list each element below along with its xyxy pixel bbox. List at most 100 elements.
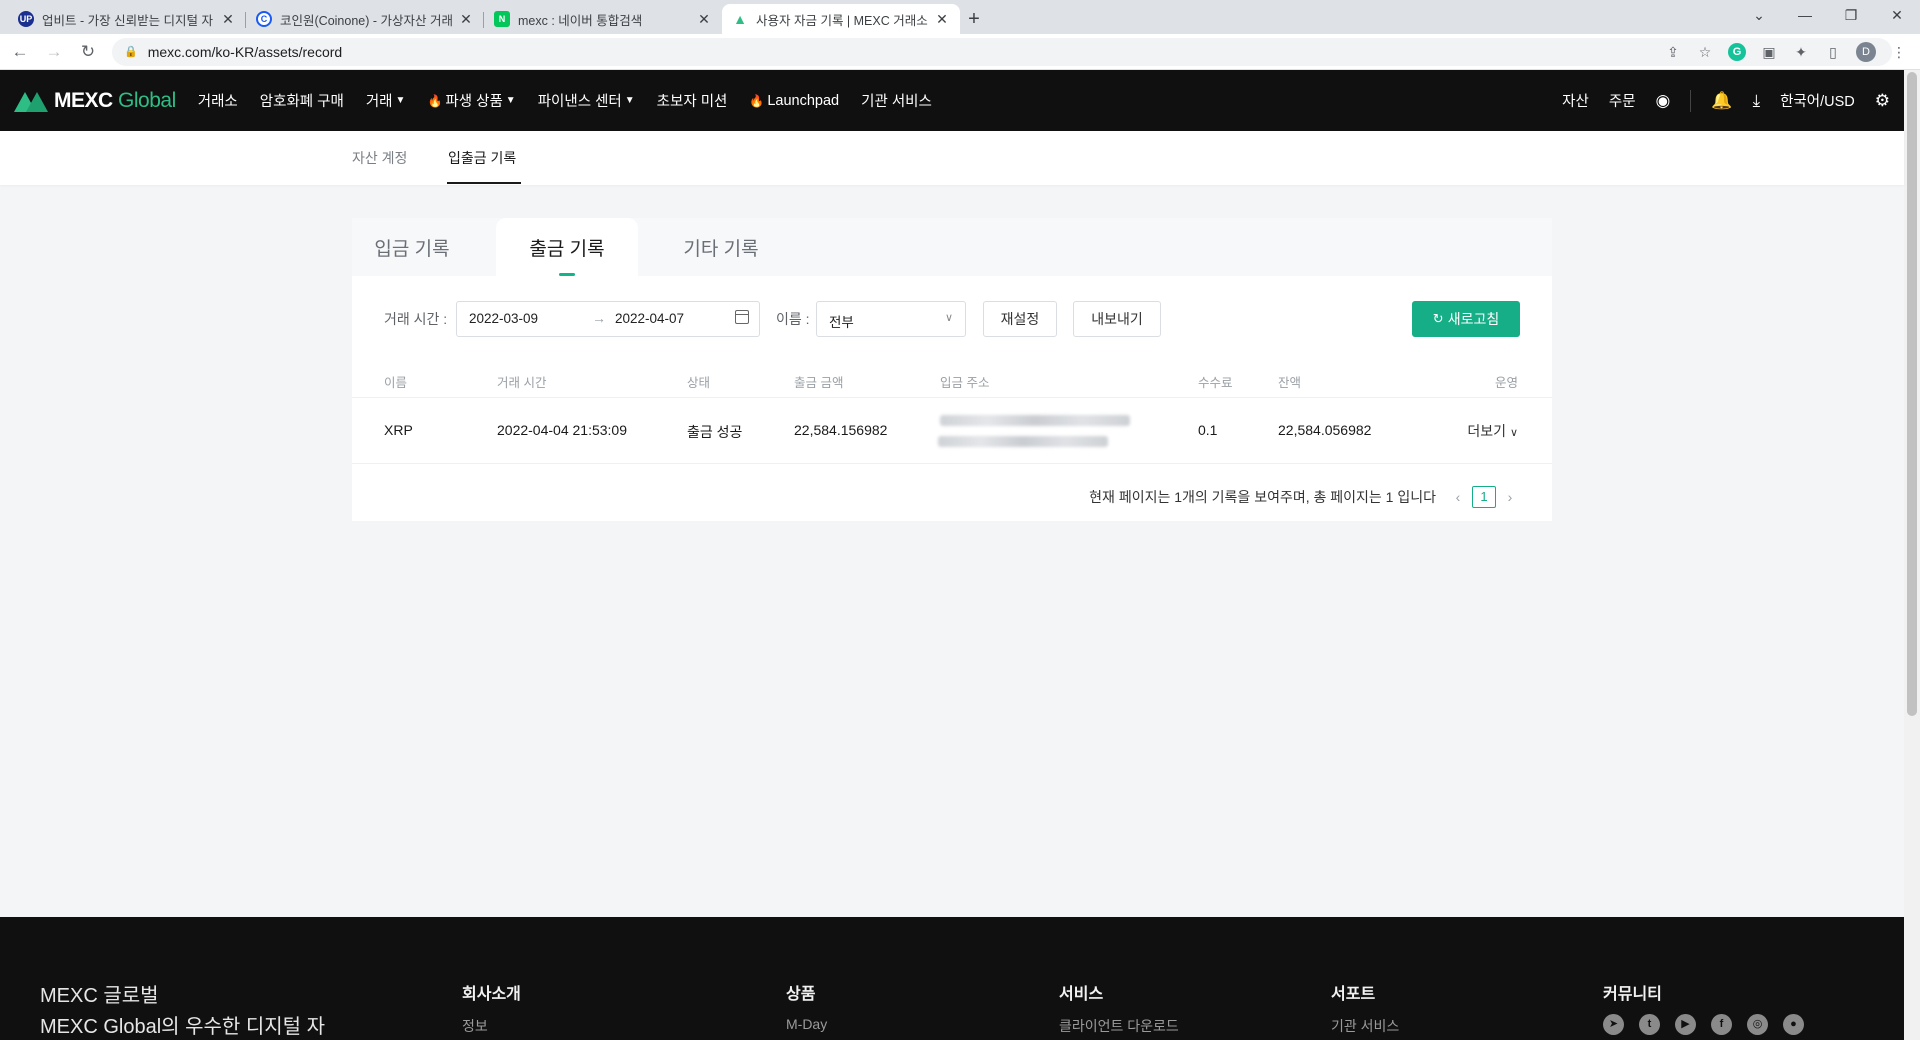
refresh-label: 새로고침 — [1447, 311, 1500, 327]
nav-exchange[interactable]: 거래소 — [198, 90, 238, 111]
page-scrollbar[interactable] — [1904, 70, 1920, 1040]
nav-trade[interactable]: 거래 ▼ — [366, 90, 406, 111]
page-number-current[interactable]: 1 — [1472, 486, 1496, 508]
name-filter-label: 이름 : — [776, 311, 810, 327]
footer-link[interactable]: 정보 — [462, 1016, 521, 1036]
settings-gear-icon[interactable]: ⚙ — [1875, 91, 1890, 111]
telegram-icon[interactable]: ➤ — [1603, 1014, 1624, 1035]
nav-institutional[interactable]: 기관 서비스 — [861, 90, 932, 111]
extension-icon[interactable]: ▣ — [1760, 44, 1778, 61]
logo-main-text: MEXC — [54, 88, 113, 112]
grammarly-extension-icon[interactable]: G — [1728, 43, 1746, 61]
forward-icon[interactable]: → — [40, 42, 68, 62]
pagination-summary: 현재 페이지는 1개의 기록을 보여주며, 총 페이지는 1 입니다 — [1089, 489, 1436, 505]
footer-brand-title: MEXC 글로벌 — [40, 985, 159, 1007]
close-tab-icon[interactable]: ✕ — [220, 11, 236, 28]
close-tab-icon[interactable]: ✕ — [458, 11, 474, 28]
profile-avatar[interactable]: D — [1856, 42, 1876, 62]
discord-icon[interactable]: ◎ — [1747, 1014, 1768, 1035]
tab-label: 출금 기록 — [529, 238, 605, 260]
nav-finance-center[interactable]: 파이낸스 센터 ▼ — [538, 90, 635, 111]
footer-col-community: 커뮤니티 ➤ t ▶ f ◎ ● — [1603, 980, 1819, 1035]
close-tab-icon[interactable]: ✕ — [934, 11, 950, 28]
footer-col-services: 서비스 클라이언트 다운로드 — [1059, 980, 1179, 1036]
nav-launchpad[interactable]: 🔥 Launchpad — [749, 93, 839, 109]
subnav-transfer-records[interactable]: 입출금 기록 — [448, 148, 516, 168]
footer-col-support: 서포트 기관 서비스 — [1331, 980, 1399, 1036]
browser-tab-upbit[interactable]: UP 업비트 - 가장 신뢰받는 디지털 자 ✕ — [8, 4, 246, 34]
footer-heading: 회사소개 — [462, 986, 521, 1003]
reload-icon[interactable]: ↻ — [74, 42, 102, 62]
facebook-icon[interactable]: f — [1711, 1014, 1732, 1035]
more-dropdown[interactable]: 더보기 ∨ — [1467, 421, 1518, 441]
twitter-icon[interactable]: t — [1639, 1014, 1660, 1035]
calendar-icon[interactable] — [735, 310, 749, 324]
subnav-asset-account[interactable]: 자산 계정 — [352, 148, 407, 168]
nav-beginner-mission[interactable]: 초보자 미션 — [657, 90, 728, 111]
chevron-down-icon: ▼ — [395, 95, 406, 106]
reset-button[interactable]: 재설정 — [983, 301, 1057, 337]
orders-link[interactable]: 주문 — [1609, 90, 1636, 111]
date-range-picker[interactable]: 2022-03-09 → 2022-04-07 — [456, 301, 760, 337]
date-to[interactable]: 2022-04-07 — [615, 311, 684, 326]
browser-tab-coinone[interactable]: C 코인원(Coinone) - 가상자산 거래 ✕ — [246, 4, 484, 34]
site-footer: MEXC 글로벌 MEXC Global의 우수한 디지털 자 회사소개 정보 … — [0, 917, 1904, 1040]
minimize-icon[interactable]: — — [1782, 0, 1828, 30]
footer-link[interactable]: 클라이언트 다운로드 — [1059, 1016, 1179, 1036]
tab-title: 코인원(Coinone) - 가상자산 거래 — [280, 13, 453, 28]
logo-sub-text: Global — [118, 88, 176, 112]
mexc-logo-icon — [14, 90, 48, 112]
refresh-button[interactable]: ↻ 새로고침 — [1412, 301, 1520, 337]
records-card: 입금 기록 출금 기록 기타 기록 거래 시간 : 2022-03-09 → 2… — [352, 218, 1552, 521]
nav-label: Launchpad — [767, 92, 840, 109]
footer-link[interactable]: M-Day — [786, 1016, 827, 1032]
time-filter-label: 거래 시간 : — [384, 311, 448, 327]
footer-heading: 상품 — [786, 986, 816, 1003]
download-icon[interactable]: ⤓ — [1753, 91, 1761, 111]
nav-buy-crypto[interactable]: 암호화폐 구매 — [260, 90, 344, 111]
notification-bell-icon[interactable]: 🔔 — [1711, 91, 1732, 111]
col-name: 이름 — [384, 376, 408, 390]
upbit-favicon: UP — [18, 11, 34, 27]
cell-fee: 0.1 — [1198, 422, 1218, 438]
lock-icon[interactable]: 🔒 — [124, 45, 138, 58]
back-icon[interactable]: ← — [6, 42, 34, 62]
window-close-icon[interactable]: ✕ — [1874, 0, 1920, 30]
side-panel-icon[interactable]: ▯ — [1824, 44, 1842, 61]
new-tab-button[interactable]: + — [960, 4, 988, 34]
prev-page-icon[interactable]: ‹ — [1450, 489, 1466, 505]
col-time: 거래 시간 — [497, 376, 547, 390]
share-icon[interactable]: ⇪ — [1664, 44, 1682, 61]
language-currency-selector[interactable]: 한국어/USD — [1780, 90, 1855, 111]
browser-tab-naver[interactable]: N mexc : 네이버 통합검색 ✕ — [484, 4, 722, 34]
user-account-icon[interactable]: ◉ — [1656, 91, 1671, 111]
browser-menu-icon[interactable]: ⋮ — [1890, 44, 1908, 61]
refresh-icon: ↻ — [1432, 311, 1444, 326]
cell-time: 2022-04-04 21:53:09 — [497, 422, 627, 438]
browser-tab-mexc[interactable]: ▲ 사용자 자금 기록 | MEXC 거래소 ✕ — [722, 4, 960, 34]
extensions-puzzle-icon[interactable]: ✦ — [1792, 44, 1810, 61]
export-button[interactable]: 내보내기 — [1073, 301, 1161, 337]
nav-derivatives[interactable]: 🔥 파생 상품 ▼ — [427, 90, 515, 111]
table-header: 이름 거래 시간 상태 출금 금액 입금 주소 수수료 잔액 운영 — [352, 362, 1552, 398]
date-from[interactable]: 2022-03-09 — [469, 311, 538, 326]
cell-balance: 22,584.056982 — [1278, 422, 1372, 438]
tab-deposit-records[interactable]: 입금 기록 — [352, 218, 472, 276]
youtube-icon[interactable]: ▶ — [1675, 1014, 1696, 1035]
footer-link[interactable]: 기관 서비스 — [1331, 1016, 1399, 1036]
reddit-icon[interactable]: ● — [1783, 1014, 1804, 1035]
url-input[interactable]: 🔒 mexc.com/ko-KR/assets/record — [112, 37, 1892, 66]
restore-icon[interactable]: ❐ — [1828, 0, 1874, 30]
chevron-down-icon: ∨ — [1509, 427, 1518, 439]
mexc-logo[interactable]: MEXC Global — [14, 89, 176, 113]
close-tab-icon[interactable]: ✕ — [696, 11, 712, 28]
cell-name: XRP — [384, 422, 413, 438]
tab-search-icon[interactable]: ⌄ — [1736, 0, 1782, 30]
tab-other-records[interactable]: 기타 기록 — [650, 218, 792, 276]
bookmark-star-icon[interactable]: ☆ — [1696, 44, 1714, 61]
next-page-icon[interactable]: › — [1502, 489, 1518, 505]
tab-withdraw-records[interactable]: 출금 기록 — [496, 218, 638, 276]
scrollbar-thumb[interactable] — [1907, 72, 1917, 716]
coin-name-select[interactable]: 전부 ∨ — [816, 301, 966, 337]
assets-link[interactable]: 자산 — [1562, 90, 1589, 111]
